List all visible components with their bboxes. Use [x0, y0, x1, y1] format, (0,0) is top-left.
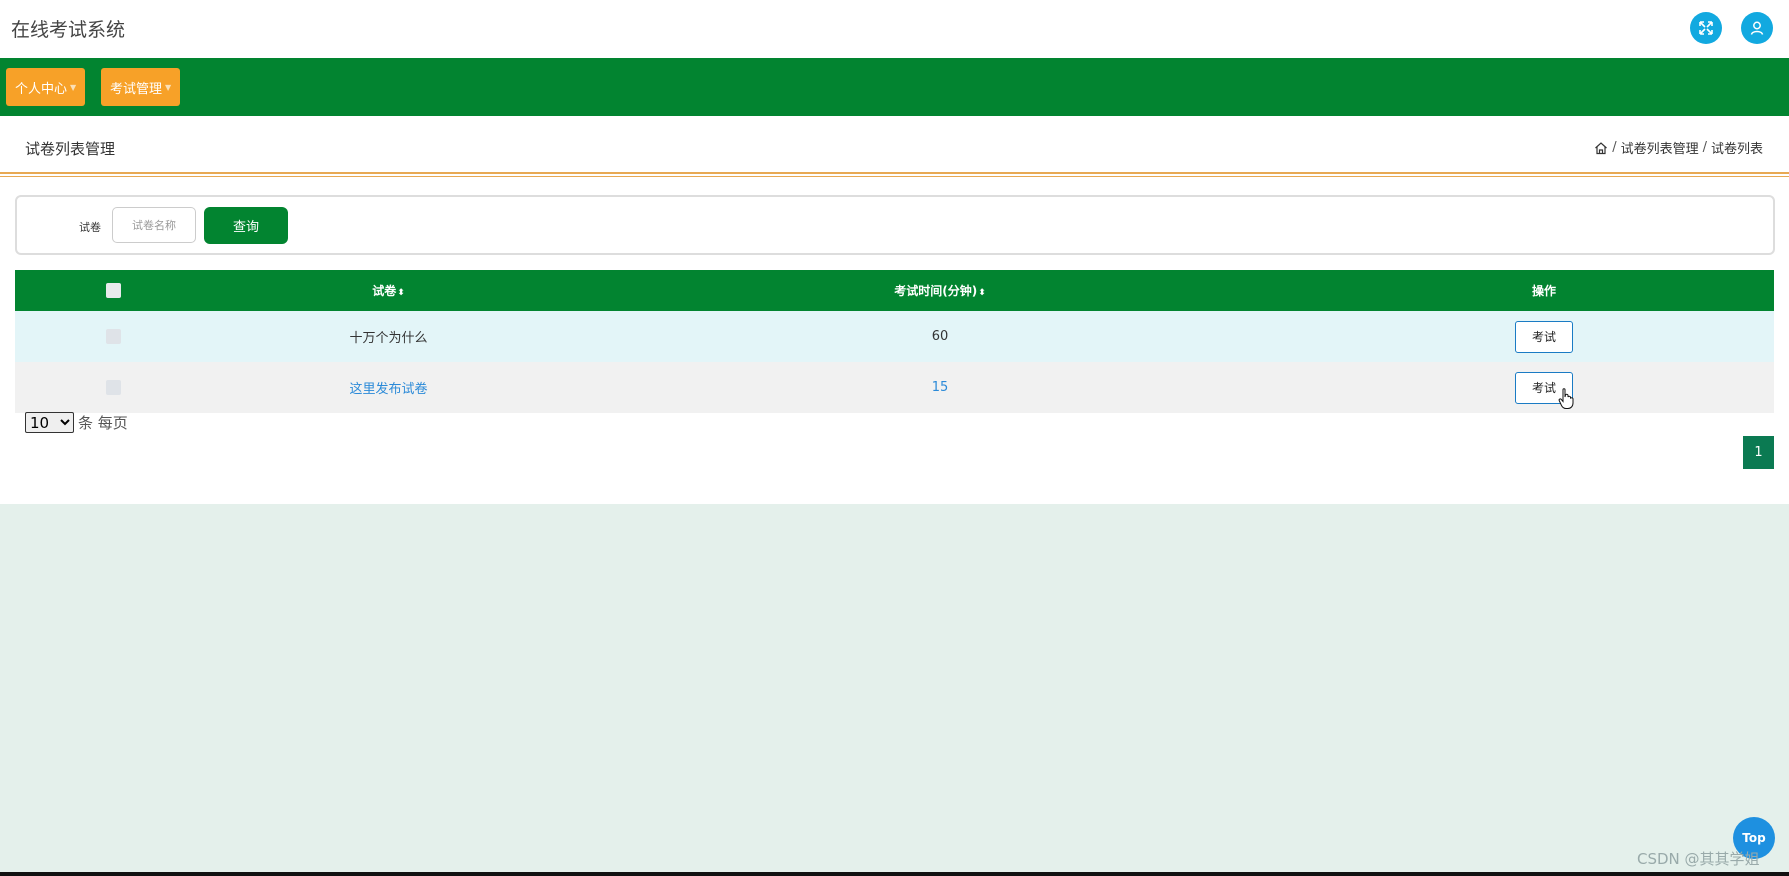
column-header-name[interactable]: 试卷⬍ [211, 270, 566, 311]
main-content: 试卷列表管理 / 试卷列表管理 / 试卷列表 试卷 查询 试卷⬍ [0, 116, 1789, 504]
table-row: 十万个为什么 60 考试 [15, 311, 1774, 362]
row-checkbox[interactable] [105, 329, 121, 344]
top-header: 在线考试系统 [0, 0, 1789, 58]
paper-name-cell: 这里发布试卷 [349, 382, 428, 397]
breadcrumb-item: 试卷列表 [1710, 142, 1763, 157]
exam-paper-table: 试卷⬍ 考试时间(分钟)⬍ 操作 十万个为什么 60 考试 这里发布试卷 15 … [15, 270, 1774, 413]
select-all-checkbox[interactable] [105, 283, 121, 298]
exam-time-cell: 15 [931, 380, 949, 395]
breadcrumb-item[interactable]: 试卷列表管理 [1621, 138, 1699, 157]
home-icon[interactable] [1594, 141, 1608, 155]
breadcrumb-separator: / [1612, 140, 1617, 155]
page-header: 试卷列表管理 / 试卷列表管理 / 试卷列表 [0, 116, 1789, 172]
caret-down-icon: ▼ [165, 82, 172, 92]
nav-label: 考试管理 [110, 81, 163, 97]
bottom-edge [0, 872, 1789, 876]
column-header-time[interactable]: 考试时间(分钟)⬍ [566, 270, 1314, 311]
main-nav: 个人中心 ▼ 考试管理 ▼ [0, 58, 1789, 116]
per-page-label: 条 每页 [78, 414, 128, 432]
divider [0, 176, 1789, 177]
user-icon [1750, 21, 1764, 35]
exam-button[interactable]: 考试 [1515, 320, 1573, 353]
hand-cursor-icon [1558, 388, 1576, 414]
action-cell: 考试 [1314, 362, 1774, 413]
fullscreen-button[interactable] [1690, 12, 1722, 44]
row-checkbox[interactable] [105, 380, 121, 395]
breadcrumb-separator: / [1702, 140, 1707, 155]
query-button[interactable]: 查询 [204, 207, 288, 244]
paper-name-cell: 十万个为什么 [349, 331, 428, 346]
search-label: 试卷 [79, 221, 101, 234]
nav-exam-management[interactable]: 考试管理 ▼ [101, 68, 181, 106]
nav-label: 个人中心 [15, 81, 68, 97]
page-size-select[interactable]: 10 [25, 412, 74, 433]
search-panel: 试卷 查询 [15, 195, 1775, 255]
pagination-page-1[interactable]: 1 [1743, 436, 1774, 469]
search-input[interactable] [112, 207, 196, 243]
table-row: 这里发布试卷 15 考试 [15, 362, 1774, 413]
watermark: CSDN @其其学姐 [1637, 850, 1760, 868]
user-button[interactable] [1741, 12, 1773, 44]
caret-down-icon: ▼ [70, 82, 77, 92]
select-all-cell [15, 270, 211, 311]
column-header-actions: 操作 [1314, 270, 1774, 311]
breadcrumb: / 试卷列表管理 / 试卷列表 [1594, 138, 1763, 157]
app-title: 在线考试系统 [11, 19, 126, 41]
column-label: 试卷 [372, 284, 397, 298]
column-label: 操作 [1531, 284, 1556, 298]
page-size-control: 10 条 每页 [25, 412, 128, 433]
exam-time-cell: 60 [931, 329, 949, 344]
divider [0, 172, 1789, 174]
page-title: 试卷列表管理 [25, 140, 116, 158]
nav-personal-center[interactable]: 个人中心 ▼ [6, 68, 86, 106]
sort-icon[interactable]: ⬍ [397, 288, 405, 298]
table-header-row: 试卷⬍ 考试时间(分钟)⬍ 操作 [15, 270, 1774, 311]
action-cell: 考试 [1314, 311, 1774, 362]
sort-icon[interactable]: ⬍ [978, 288, 986, 298]
row-select-cell [15, 311, 211, 362]
expand-icon [1699, 21, 1713, 35]
column-label: 考试时间(分钟) [894, 284, 978, 298]
row-select-cell [15, 362, 211, 413]
